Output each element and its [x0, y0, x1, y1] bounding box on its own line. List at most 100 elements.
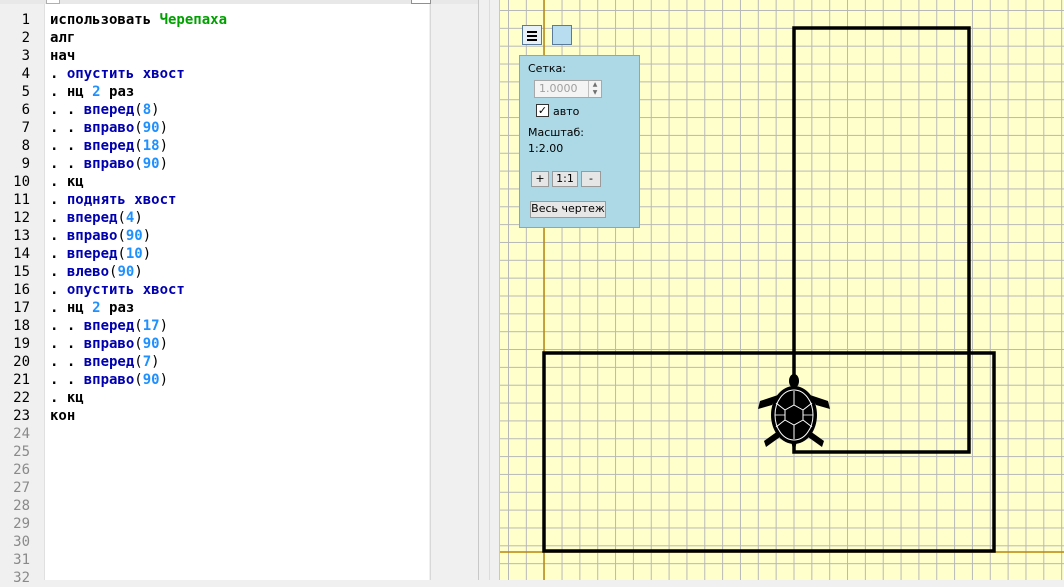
- code-token: .: [50, 192, 67, 208]
- code-line[interactable]: . вперед(10): [50, 245, 151, 263]
- line-number: 18: [13, 318, 30, 334]
- code-text-area[interactable]: использовать Черепаха алг нач. опустить хв…: [45, 4, 429, 580]
- code-token: вправо: [83, 120, 135, 136]
- code-line[interactable]: . нц 2 раз: [50, 83, 134, 101]
- code-token: . .: [50, 156, 84, 172]
- grid-step-input[interactable]: 1.0000 ▲ ▼: [534, 80, 602, 98]
- code-line[interactable]: . . вперед(7): [50, 353, 160, 371]
- code-editor[interactable]: 1 2 3 4 5 6 7 8 9 10 11 12 13 14 15 16 17 18 19 20 21 22 23 24 2…: [0, 0, 479, 586]
- scale-value: 1:2.00: [528, 142, 564, 155]
- code-token: ): [159, 156, 169, 172]
- line-number: 3: [21, 48, 30, 64]
- code-line[interactable]: . . вправо(90): [50, 335, 168, 353]
- code-token: нач: [50, 48, 76, 64]
- code-token: ): [159, 318, 169, 334]
- code-token: использовать: [50, 12, 160, 28]
- grid-step-value: 1.0000: [539, 82, 578, 95]
- code-line[interactable]: . кц: [50, 173, 84, 191]
- code-token: кон: [50, 408, 76, 424]
- code-token: кц: [66, 390, 84, 406]
- fit-all-button[interactable]: Весь чертеж: [530, 201, 606, 218]
- code-line[interactable]: . поднять хвост: [50, 191, 176, 209]
- auto-checkbox[interactable]: ✓: [536, 104, 549, 117]
- code-line[interactable]: кон: [50, 407, 75, 425]
- menu-icon[interactable]: [522, 25, 542, 45]
- code-line[interactable]: . . вперед(8): [50, 101, 160, 119]
- code-token: (: [134, 102, 143, 118]
- line-number: 5: [21, 84, 30, 100]
- line-number: 13: [13, 228, 30, 244]
- spin-arrows-icon[interactable]: ▲ ▼: [588, 81, 601, 97]
- line-number: 8: [21, 138, 30, 154]
- auto-label: авто: [553, 105, 580, 118]
- code-line[interactable]: . вправо(90): [50, 227, 151, 245]
- code-line[interactable]: . вперед(4): [50, 209, 143, 227]
- code-line[interactable]: . влево(90): [50, 263, 143, 281]
- code-token: ): [159, 138, 169, 154]
- line-number: 19: [13, 336, 30, 352]
- tall-rectangle: [792, 26, 971, 454]
- code-line[interactable]: . . вправо(90): [50, 155, 168, 173]
- code-token: .: [50, 84, 67, 100]
- zoom-out-button[interactable]: -: [581, 171, 601, 187]
- panel-splitter[interactable]: [478, 0, 500, 580]
- scale-label: Масштаб:: [528, 126, 584, 139]
- code-token: . .: [50, 138, 84, 154]
- code-token: 90: [142, 156, 160, 172]
- code-token: (: [134, 120, 143, 136]
- line-number: 10: [13, 174, 30, 190]
- zoom-in-button[interactable]: +: [531, 171, 549, 187]
- code-token: ): [159, 120, 169, 136]
- code-token: вперед: [83, 318, 135, 334]
- line-number: 16: [13, 282, 30, 298]
- code-line[interactable]: . . вправо(90): [50, 119, 168, 137]
- code-token: ): [159, 372, 169, 388]
- code-token: 8: [142, 102, 152, 118]
- code-line[interactable]: . опустить хвост: [50, 65, 185, 83]
- code-line[interactable]: алг: [50, 29, 75, 47]
- code-line[interactable]: нач: [50, 47, 75, 65]
- code-token: (: [134, 354, 143, 370]
- line-number-gutter: 1 2 3 4 5 6 7 8 9 10 11 12 13 14 15 16 17 18 19 20 21 22 23 24 2…: [0, 4, 45, 586]
- code-token: . .: [50, 372, 84, 388]
- code-token: . .: [50, 102, 84, 118]
- code-token: .: [50, 300, 67, 316]
- code-token: ): [159, 336, 169, 352]
- editor-side-panel: [430, 4, 479, 580]
- code-line[interactable]: использовать Черепаха: [50, 11, 227, 29]
- code-token: (: [134, 318, 143, 334]
- code-line[interactable]: . кц: [50, 389, 84, 407]
- code-token: 90: [142, 336, 160, 352]
- code-token: (: [117, 246, 126, 262]
- code-token: (: [134, 372, 143, 388]
- code-token: . .: [50, 354, 84, 370]
- canvas-settings-panel: Сетка: 1.0000 ▲ ▼ ✓ авто Масштаб: 1:2.00 …: [519, 55, 640, 228]
- line-number: 14: [13, 246, 30, 262]
- code-token: 17: [142, 318, 160, 334]
- line-number: 21: [13, 372, 30, 388]
- panel-toggle-button[interactable]: [552, 25, 572, 45]
- line-number: 22: [13, 390, 30, 406]
- code-token: ): [151, 102, 160, 118]
- code-token: 2: [92, 84, 101, 100]
- code-token: ): [134, 264, 143, 280]
- line-number: 26: [13, 462, 30, 478]
- code-token: .: [50, 174, 67, 190]
- code-line[interactable]: . опустить хвост: [50, 281, 185, 299]
- line-number: 6: [21, 102, 30, 118]
- zoom-reset-button[interactable]: 1:1: [552, 171, 578, 187]
- splitter-grip[interactable]: [489, 0, 490, 580]
- code-token: ): [142, 246, 152, 262]
- code-token: нц: [66, 84, 93, 100]
- code-token: вправо: [83, 372, 135, 388]
- code-token: кц: [66, 174, 84, 190]
- code-line[interactable]: . . вперед(18): [50, 137, 168, 155]
- code-token: вперед: [83, 354, 135, 370]
- code-token: 90: [142, 372, 160, 388]
- code-token: вперед: [66, 210, 118, 226]
- code-line[interactable]: . нц 2 раз: [50, 299, 134, 317]
- line-number: 28: [13, 498, 30, 514]
- code-line[interactable]: . . вперед(17): [50, 317, 168, 335]
- code-token: вправо: [83, 156, 135, 172]
- code-line[interactable]: . . вправо(90): [50, 371, 168, 389]
